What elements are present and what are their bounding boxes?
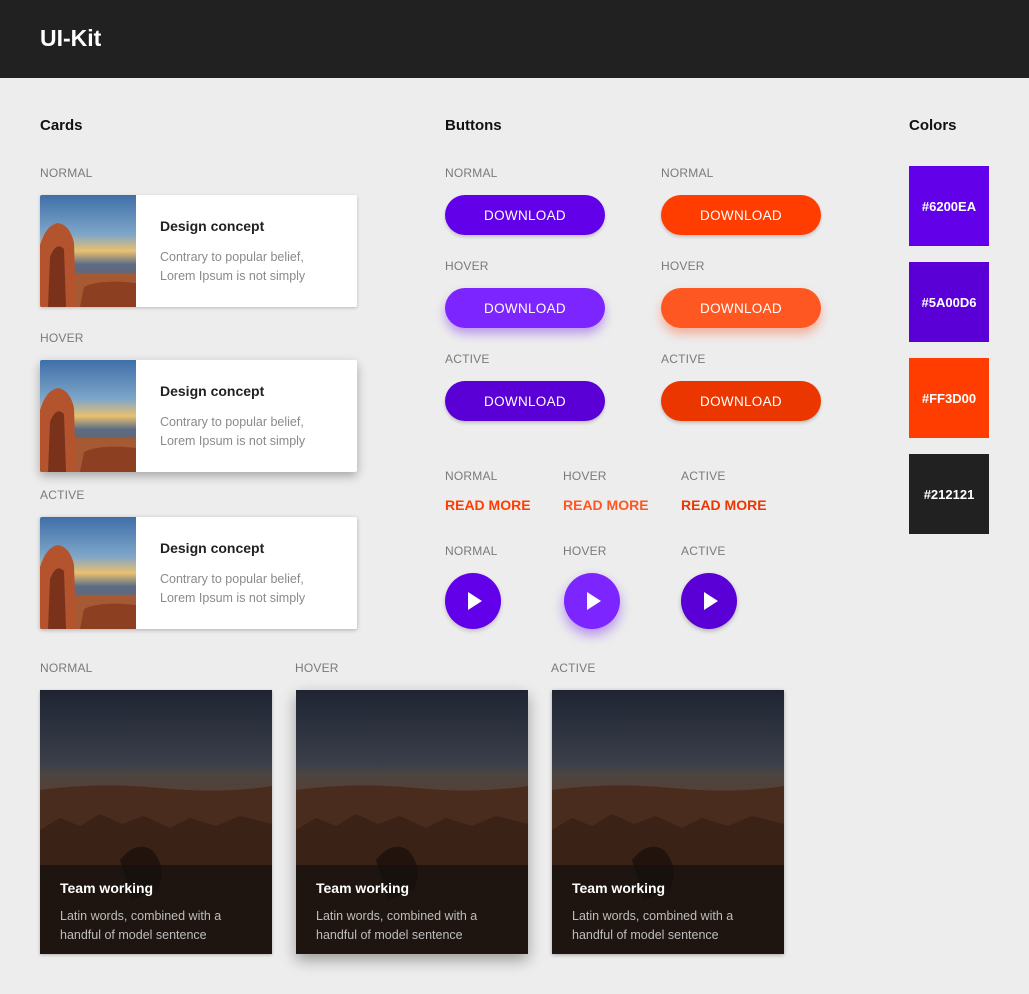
read-more-button-active[interactable]: READ MORE <box>681 497 767 513</box>
play-button-hover[interactable] <box>564 573 620 629</box>
download-button-purple-hover[interactable]: DOWNLOAD <box>445 288 605 328</box>
state-label-hover: HOVER <box>563 544 607 558</box>
color-swatch-primary: #6200EA <box>909 166 989 246</box>
read-more-button-normal[interactable]: READ MORE <box>445 497 531 513</box>
horizontal-card-active[interactable]: Design concept Contrary to popular belie… <box>40 517 357 629</box>
image-card-hover[interactable]: Team working Latin words, combined with … <box>296 690 528 954</box>
state-label-normal: NORMAL <box>445 469 498 483</box>
download-button-orange-hover[interactable]: DOWNLOAD <box>661 288 821 328</box>
state-label-active: ACTIVE <box>551 661 596 675</box>
card-text-line2: Lorem Ipsum is not simply <box>160 591 306 605</box>
read-more-button-hover[interactable]: READ MORE <box>563 497 649 513</box>
card-caption: Team working Latin words, combined with … <box>40 865 272 954</box>
horizontal-card-hover[interactable]: Design concept Contrary to popular belie… <box>40 360 357 472</box>
state-label-normal: NORMAL <box>445 166 498 180</box>
state-label-normal: NORMAL <box>40 661 93 675</box>
card-caption: Team working Latin words, combined with … <box>296 865 528 954</box>
download-button-purple-active[interactable]: DOWNLOAD <box>445 381 605 421</box>
state-label-hover: HOVER <box>445 259 489 273</box>
state-label-normal: NORMAL <box>661 166 714 180</box>
card-text-line2: Lorem Ipsum is not simply <box>160 269 306 283</box>
state-label-active: ACTIVE <box>681 544 726 558</box>
card-title: Design concept <box>160 218 265 234</box>
card-title: Design concept <box>160 383 265 399</box>
state-label-hover: HOVER <box>40 331 84 345</box>
card-text-line2: handful of model sentence <box>316 928 463 942</box>
card-text-line2: Lorem Ipsum is not simply <box>160 434 306 448</box>
state-label-normal: NORMAL <box>445 544 498 558</box>
card-text-line1: Contrary to popular belief, <box>160 572 304 586</box>
card-thumbnail-image <box>40 517 136 629</box>
state-label-active: ACTIVE <box>661 352 706 366</box>
state-label-hover: HOVER <box>563 469 607 483</box>
download-button-purple-normal[interactable]: DOWNLOAD <box>445 195 605 235</box>
card-title: Team working <box>60 880 154 896</box>
play-icon <box>468 592 482 610</box>
horizontal-card-normal[interactable]: Design concept Contrary to popular belie… <box>40 195 357 307</box>
card-caption: Team working Latin words, combined with … <box>552 865 784 954</box>
card-text-line1: Contrary to popular belief, <box>160 415 304 429</box>
image-card-normal[interactable]: Team working Latin words, combined with … <box>40 690 272 954</box>
app-header: UI-Kit <box>0 0 1029 78</box>
download-button-orange-normal[interactable]: DOWNLOAD <box>661 195 821 235</box>
color-swatch-dark: #212121 <box>909 454 989 534</box>
state-label-active: ACTIVE <box>445 352 490 366</box>
color-swatch-primary-dark: #5A00D6 <box>909 262 989 342</box>
card-title: Team working <box>316 880 410 896</box>
play-icon <box>587 592 601 610</box>
state-label-active: ACTIVE <box>40 488 85 502</box>
image-card-active[interactable]: Team working Latin words, combined with … <box>552 690 784 954</box>
play-button-active[interactable] <box>681 573 737 629</box>
state-label-active: ACTIVE <box>681 469 726 483</box>
state-label-hover: HOVER <box>661 259 705 273</box>
card-title: Team working <box>572 880 666 896</box>
play-button-normal[interactable] <box>445 573 501 629</box>
card-text-line1: Latin words, combined with a <box>60 909 222 923</box>
state-label-hover: HOVER <box>295 661 339 675</box>
card-text-line2: handful of model sentence <box>60 928 207 942</box>
play-icon <box>704 592 718 610</box>
color-swatch-accent: #FF3D00 <box>909 358 989 438</box>
section-title-buttons: Buttons <box>445 117 502 134</box>
card-title: Design concept <box>160 540 265 556</box>
card-text-line1: Latin words, combined with a <box>572 909 734 923</box>
card-text-line1: Latin words, combined with a <box>316 909 478 923</box>
card-thumbnail-image <box>40 195 136 307</box>
state-label-normal: NORMAL <box>40 166 93 180</box>
card-text-line2: handful of model sentence <box>572 928 719 942</box>
app-title: UI-Kit <box>40 25 102 51</box>
section-title-cards: Cards <box>40 117 83 134</box>
download-button-orange-active[interactable]: DOWNLOAD <box>661 381 821 421</box>
section-title-colors: Colors <box>909 117 957 134</box>
card-thumbnail-image <box>40 360 136 472</box>
card-text-line1: Contrary to popular belief, <box>160 250 304 264</box>
